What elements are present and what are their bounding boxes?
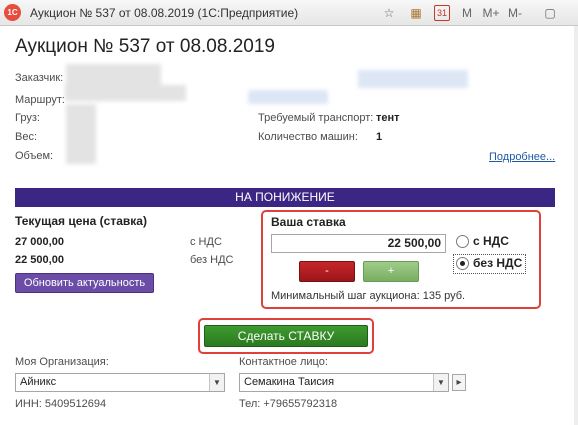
contact-phone: Тел: +79655792318 bbox=[239, 398, 338, 410]
bid-amount-input[interactable]: 22 500,00 bbox=[271, 234, 446, 253]
transport-value: тент bbox=[376, 112, 400, 124]
window-title: Аукцион № 537 от 08.08.2019 (1С:Предприя… bbox=[30, 6, 299, 20]
memory-minus-button[interactable]: M- bbox=[506, 5, 524, 21]
with-vat-label: с НДС bbox=[190, 236, 222, 248]
cargo-label: Груз: bbox=[15, 112, 40, 124]
scrollbar[interactable] bbox=[574, 26, 578, 425]
chevron-down-icon[interactable]: ▼ bbox=[209, 374, 224, 391]
organization-value: Айникс bbox=[20, 376, 57, 388]
customer-label: Заказчик: bbox=[15, 72, 64, 84]
with-vat-radio[interactable] bbox=[456, 235, 469, 248]
make-bid-button[interactable]: Сделать СТАВКУ bbox=[204, 325, 368, 347]
contact-value: Семакина Таисия bbox=[244, 376, 335, 388]
memory-plus-button[interactable]: M+ bbox=[481, 5, 501, 21]
without-vat-radio-label[interactable]: без НДС bbox=[473, 256, 522, 270]
more-details-link[interactable]: Подробнее... bbox=[489, 151, 555, 163]
window-titlebar: 1C Аукцион № 537 от 08.08.2019 (1С:Предп… bbox=[0, 0, 578, 26]
refresh-button[interactable]: Обновить актуальность bbox=[15, 273, 154, 293]
cargo-redacted bbox=[66, 104, 96, 164]
route-detail-redacted bbox=[248, 90, 328, 104]
page-title: Аукцион № 537 от 08.08.2019 bbox=[15, 36, 275, 57]
transport-label: Требуемый транспорт: bbox=[258, 112, 374, 124]
volume-label: Объем: bbox=[15, 150, 54, 162]
weight-label: Вес: bbox=[15, 131, 38, 143]
calculator-icon[interactable]: ▦ bbox=[409, 5, 423, 21]
current-price-header: Текущая цена (ставка) bbox=[15, 214, 147, 228]
organization-select[interactable]: Айникс ▼ bbox=[15, 373, 225, 392]
customer-contact-redacted bbox=[358, 70, 468, 88]
app-logo: 1C bbox=[4, 4, 21, 21]
star-icon[interactable]: ☆ bbox=[382, 5, 396, 21]
trucks-label: Количество машин: bbox=[258, 131, 358, 143]
increase-bid-button[interactable]: + bbox=[363, 261, 419, 282]
organization-label: Моя Организация: bbox=[15, 356, 109, 368]
open-contact-icon[interactable]: ▸ bbox=[452, 374, 466, 391]
current-price-without-vat: 22 500,00 bbox=[15, 254, 64, 266]
min-step-text: Минимальный шаг аукциона: 135 руб. bbox=[271, 290, 466, 302]
current-price-with-vat: 27 000,00 bbox=[15, 236, 64, 248]
chevron-down-icon[interactable]: ▼ bbox=[433, 374, 448, 391]
auction-mode-banner: НА ПОНИЖЕНИЕ bbox=[15, 188, 555, 207]
contact-label: Контактное лицо: bbox=[239, 356, 328, 368]
memory-button[interactable]: M bbox=[460, 5, 474, 21]
calendar-icon[interactable]: 31 bbox=[434, 5, 450, 21]
restore-icon[interactable]: ▢ bbox=[543, 5, 557, 21]
without-vat-radio[interactable] bbox=[456, 257, 469, 270]
route-label: Маршрут: bbox=[15, 94, 65, 106]
contact-select[interactable]: Семакина Таисия ▼ bbox=[239, 373, 449, 392]
with-vat-radio-label[interactable]: с НДС bbox=[473, 234, 509, 248]
without-vat-label: без НДС bbox=[190, 254, 234, 266]
inn-text: ИНН: 5409512694 bbox=[15, 398, 107, 410]
bid-title: Ваша ставка bbox=[271, 215, 346, 229]
route-redacted bbox=[66, 85, 186, 101]
decrease-bid-button[interactable]: - bbox=[299, 261, 355, 282]
trucks-value: 1 bbox=[376, 131, 383, 143]
